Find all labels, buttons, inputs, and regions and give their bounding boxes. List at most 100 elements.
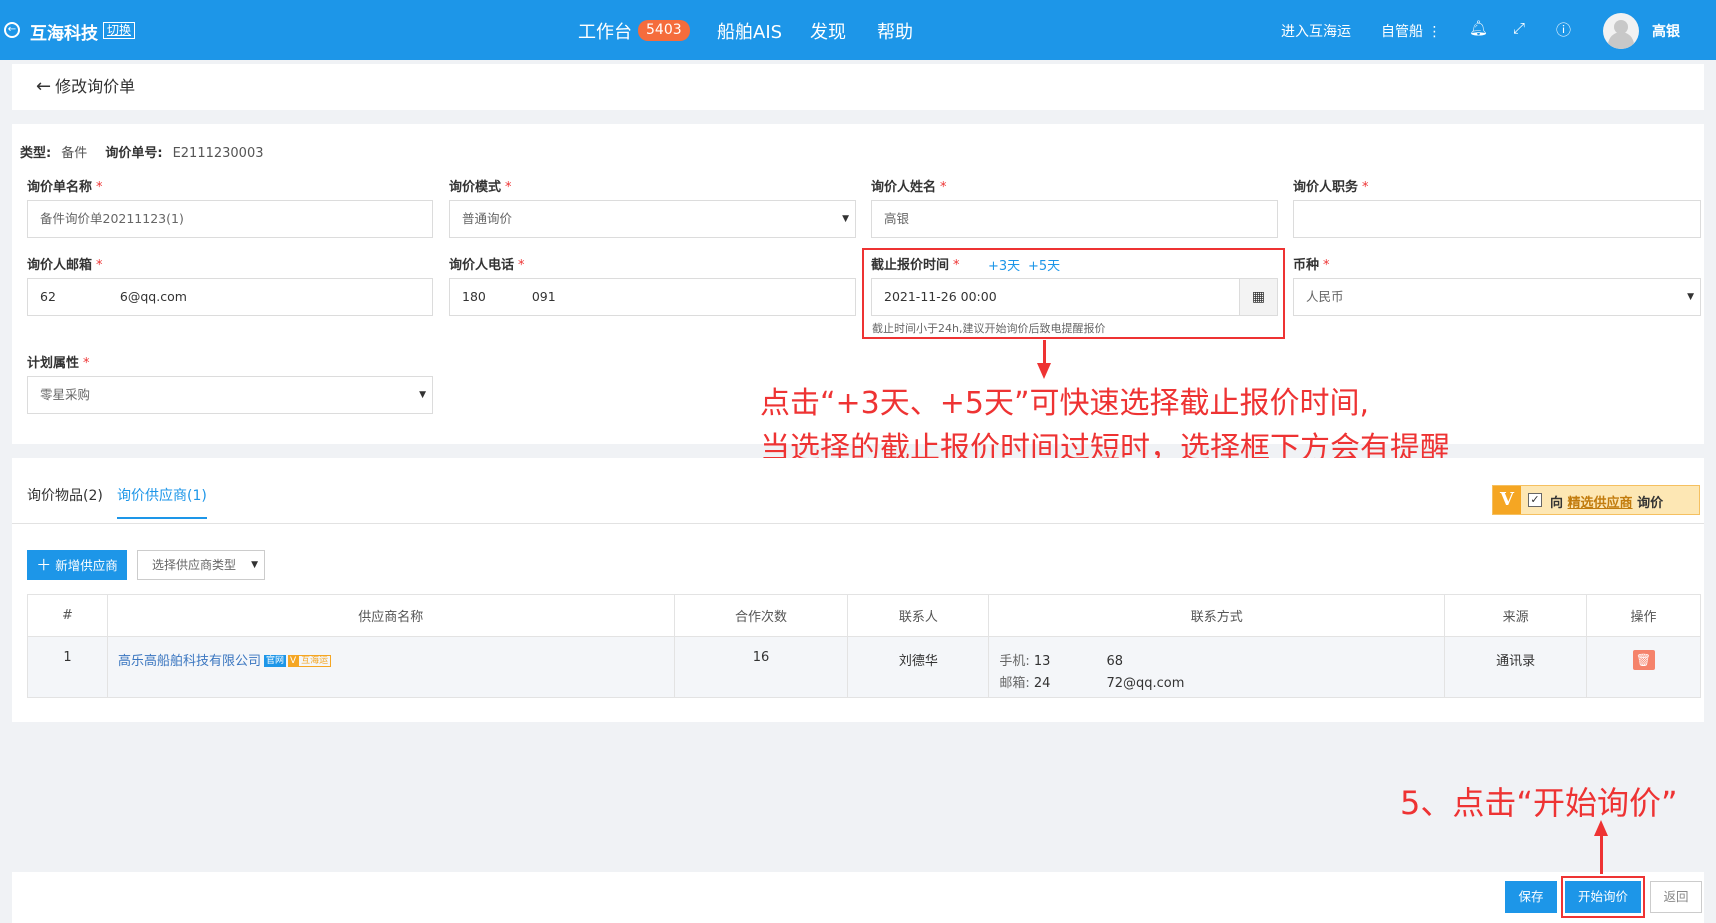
person-label-text: 询价人姓名: [871, 180, 937, 195]
caret-down-icon: ▼: [842, 214, 849, 224]
plan-label-text: 计划属性: [27, 356, 80, 371]
save-button[interactable]: 保存: [1505, 881, 1557, 913]
tab-divider: [12, 523, 1704, 524]
type-label: 类型:: [20, 146, 52, 161]
vip-tag: V: [287, 655, 299, 667]
mobile-prefix: 13: [1033, 654, 1051, 669]
phone-suffix: 091: [531, 289, 556, 304]
delete-icon[interactable]: 🗑︎: [1632, 650, 1655, 670]
phone-prefix: 180: [462, 289, 486, 304]
header-source: 来源: [1444, 594, 1588, 637]
contact-email: 邮箱: 24 72@qq.com: [999, 672, 1444, 691]
supplier-type-select[interactable]: 选择供应商类型 ▼: [137, 550, 265, 580]
mobile-label: 手机:: [999, 654, 1030, 669]
row-index: 1: [27, 636, 108, 698]
mode-label-text: 询价模式: [449, 180, 502, 195]
contact-mobile: 手机: 13 68: [999, 650, 1444, 669]
email-label-text: 询价人邮箱: [27, 258, 93, 273]
self-managed-menu[interactable]: 自管船 ⋮: [1381, 21, 1441, 41]
nav-ship-ais[interactable]: 船舶AIS: [717, 18, 782, 44]
vip-badge-icon: V: [1493, 486, 1521, 514]
brand-name: 互海科技: [30, 24, 98, 44]
email-suffix: 6@qq.com: [119, 289, 187, 304]
tab-inquiry-suppliers[interactable]: 询价供应商(1): [117, 485, 207, 505]
more-vertical-icon: ⋮: [1427, 24, 1442, 40]
title-panel: [12, 64, 1704, 110]
annotation-arrow-up-icon: [1594, 820, 1608, 836]
email-contact-label: 邮箱:: [999, 676, 1030, 691]
email-contact-prefix: 24: [1033, 676, 1051, 691]
header-contact-info: 联系方式: [988, 594, 1446, 637]
meta-info: 类型: 备件 询价单号: E2111230003: [20, 142, 278, 161]
mode-label: 询价模式 *: [449, 180, 512, 195]
currency-select[interactable]: 人民币 ▼: [1293, 278, 1701, 316]
row-contact: 刘德华: [847, 636, 990, 698]
inquiry-name-input[interactable]: 备件询价单20211123(1): [27, 200, 433, 238]
inquiry-mode-select[interactable]: 普通询价 ▼: [449, 200, 856, 238]
inquirer-phone-input[interactable]: 180 091: [449, 278, 856, 316]
plus-icon: ＋: [36, 556, 52, 574]
back-button[interactable]: 返回: [1650, 881, 1702, 913]
nav-workbench[interactable]: 工作台: [578, 18, 632, 44]
order-no-label: 询价单号:: [105, 146, 163, 161]
page-title: ← 修改询价单: [36, 73, 135, 97]
header-contact: 联系人: [847, 594, 990, 637]
workbench-badge: 5403: [638, 20, 690, 41]
premium-text-after: 询价: [1637, 496, 1664, 511]
supplier-table: # 供应商名称 合作次数 联系人 联系方式 来源 操作 1 高乐高船舶科技有限公…: [27, 594, 1701, 698]
row-supplier-cell: 高乐高船舶科技有限公司 官网 V 互海运: [106, 636, 675, 698]
add-supplier-button[interactable]: ＋ 新增供应商: [27, 550, 127, 580]
inquirer-name-input[interactable]: 高银: [871, 200, 1278, 238]
header-coop-count: 合作次数: [673, 594, 849, 637]
row-actions: 🗑︎: [1586, 636, 1701, 698]
plan-attribute-select[interactable]: 零星采购 ▼: [27, 376, 433, 414]
nav-help[interactable]: 帮助: [877, 18, 913, 44]
premium-link[interactable]: 精选供应商: [1568, 496, 1633, 511]
mobile-suffix: 68: [1106, 654, 1123, 669]
switch-link[interactable]: 切换: [103, 22, 136, 39]
phone-label-text: 询价人电话: [449, 258, 515, 273]
plan-value: 零星采购: [40, 387, 91, 402]
row-contact-info: 手机: 13 68 邮箱: 24 72@qq.com: [988, 636, 1446, 698]
plan-label: 计划属性 *: [27, 356, 90, 371]
back-arrow-icon[interactable]: ←: [36, 76, 51, 97]
fullscreen-icon[interactable]: ⤢: [1513, 19, 1525, 37]
email-label: 询价人邮箱 *: [27, 258, 103, 273]
premium-text: 向 精选供应商 询价: [1550, 492, 1663, 511]
row-coop-count: 16: [673, 636, 849, 698]
person-label: 询价人姓名 *: [871, 180, 947, 195]
email-contact-suffix: 72@qq.com: [1106, 676, 1185, 691]
back-circle-icon[interactable]: ←: [4, 22, 20, 38]
header-index: #: [27, 594, 108, 637]
supplier-type-placeholder: 选择供应商类型: [152, 558, 237, 572]
start-inquiry-button[interactable]: 开始询价: [1565, 881, 1641, 913]
bell-icon[interactable]: 🔔︎: [1469, 19, 1488, 37]
phone-label: 询价人电话 *: [449, 258, 525, 273]
nav-discover[interactable]: 发现: [810, 18, 846, 44]
avatar[interactable]: [1603, 13, 1639, 49]
user-name[interactable]: 高银: [1652, 21, 1680, 41]
self-managed-label: 自管船: [1381, 24, 1423, 40]
help-circle-icon[interactable]: ⓘ: [1556, 19, 1571, 40]
header-actions: 操作: [1586, 594, 1701, 637]
name-label-text: 询价单名称: [27, 180, 93, 195]
annotation-highlight-box: [862, 248, 1285, 339]
row-source: 通讯录: [1444, 636, 1588, 698]
duty-label-text: 询价人职务: [1293, 180, 1359, 195]
active-tab-indicator: [117, 517, 207, 519]
email-prefix: 62: [40, 289, 56, 304]
annotation-step5: 5、点击“开始询价”: [1400, 784, 1678, 822]
caret-down-icon: ▼: [1687, 292, 1694, 302]
inquirer-email-input[interactable]: 62 6@qq.com: [27, 278, 433, 316]
tab-inquiry-items[interactable]: 询价物品(2): [27, 485, 103, 505]
annotation-line1: 点击“+3天、+5天”可快速选择截止报价时间,: [760, 386, 1370, 421]
currency-label-text: 币种: [1293, 258, 1320, 273]
premium-supplier-toggle[interactable]: V ✓ 向 精选供应商 询价: [1492, 485, 1700, 515]
name-label: 询价单名称 *: [27, 180, 103, 195]
supplier-name-link[interactable]: 高乐高船舶科技有限公司: [118, 654, 261, 669]
add-supplier-label: 新增供应商: [55, 558, 118, 573]
annotation-arrow-line: [1043, 340, 1046, 364]
inquirer-duty-input[interactable]: [1293, 200, 1701, 238]
enter-huhaiyun-link[interactable]: 进入互海运: [1281, 21, 1351, 41]
checkbox-checked-icon[interactable]: ✓: [1528, 493, 1542, 507]
